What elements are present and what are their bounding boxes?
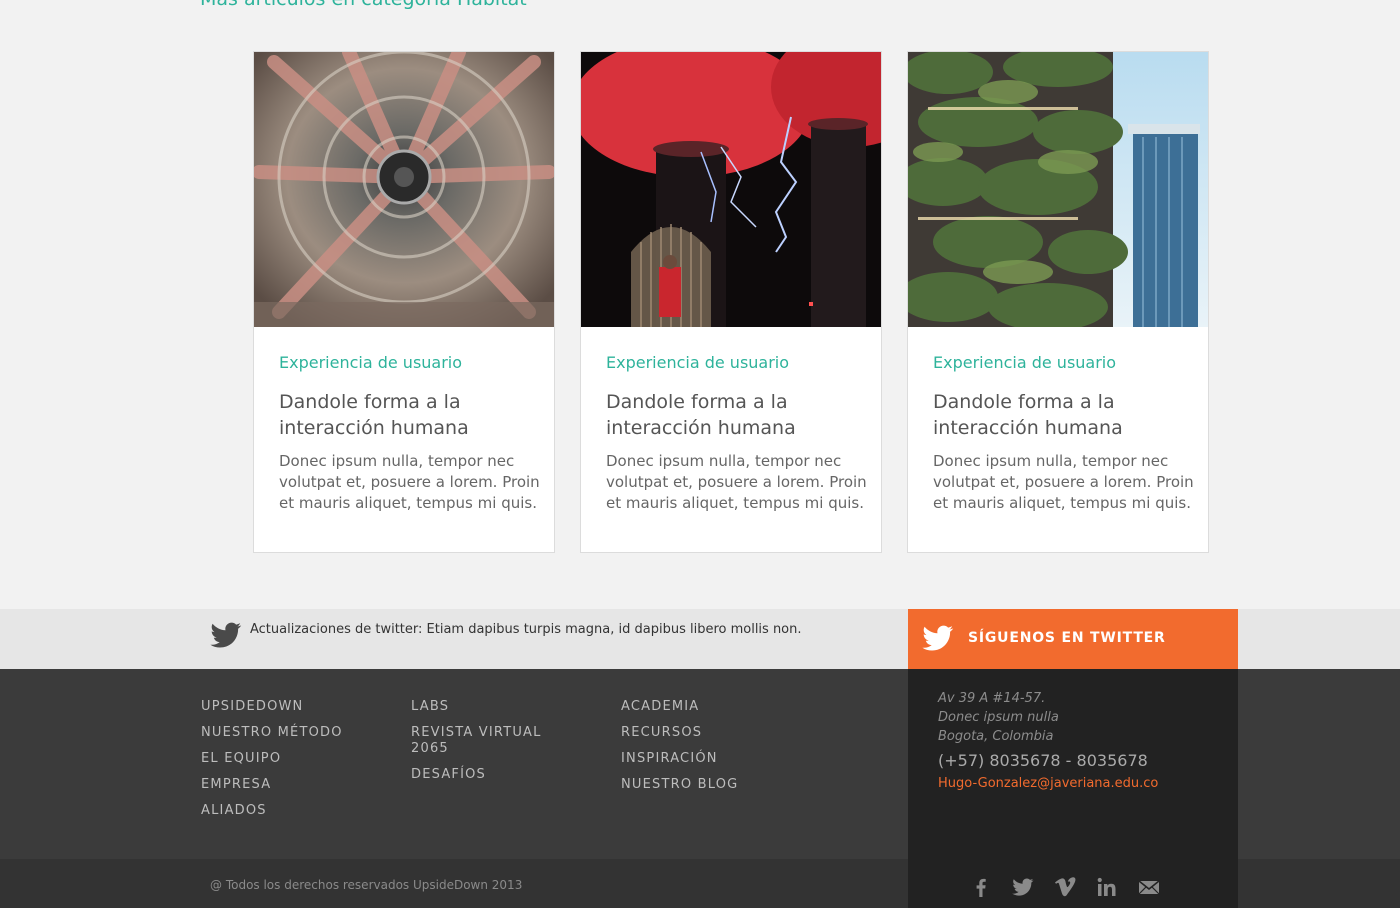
footer-link-revista-virtual[interactable]: REVISTA VIRTUAL 2065 <box>411 725 561 757</box>
card-category[interactable]: Experiencia de usuario <box>933 353 1116 372</box>
footer-nav-column: ACADEMIA RECURSOS INSPIRACIÓN NUESTRO BL… <box>621 699 791 803</box>
facebook-icon[interactable] <box>969 876 993 898</box>
card-title[interactable]: Dandole forma a la interacción humana <box>606 389 861 441</box>
address-line: Bogota, Colombia <box>938 729 1054 744</box>
email-link[interactable]: Hugo-Gonzalez@javeriana.edu.co <box>938 776 1158 791</box>
article-card[interactable]: Experiencia de usuario Dandole forma a l… <box>580 51 882 553</box>
footer-nav-column: UPSIDEDOWN NUESTRO MÉTODO EL EQUIPO EMPR… <box>201 699 371 829</box>
linkedin-icon[interactable] <box>1095 876 1119 898</box>
address-line: Av 39 A #14-57. <box>938 691 1046 706</box>
footer-link-labs[interactable]: LABS <box>411 699 561 715</box>
footer-link-recursos[interactable]: RECURSOS <box>621 725 791 741</box>
card-category[interactable]: Experiencia de usuario <box>279 353 462 372</box>
tesla-coil-image[interactable] <box>581 52 881 327</box>
card-excerpt: Donec ipsum nulla, tempor nec volutpat e… <box>279 452 540 512</box>
card-excerpt: Donec ipsum nulla, tempor nec volutpat e… <box>933 452 1194 512</box>
twitter-bird-icon <box>210 622 242 648</box>
follow-twitter-label[interactable]: SÍGUENOS EN TWITTER <box>968 630 1166 646</box>
particle-accelerator-image[interactable] <box>254 52 554 327</box>
footer-link-nuestro-metodo[interactable]: NUESTRO MÉTODO <box>201 725 371 741</box>
footer-link-empresa[interactable]: EMPRESA <box>201 777 371 793</box>
footer-nav-column: LABS REVISTA VIRTUAL 2065 DESAFÍOS <box>411 699 561 793</box>
vimeo-icon[interactable] <box>1053 876 1077 898</box>
address-line: Donec ipsum nulla <box>938 710 1059 725</box>
article-card[interactable]: Experiencia de usuario Dandole forma a l… <box>907 51 1209 553</box>
footer-link-academia[interactable]: ACADEMIA <box>621 699 791 715</box>
card-category[interactable]: Experiencia de usuario <box>606 353 789 372</box>
twitter-bird-icon <box>922 625 954 653</box>
article-card[interactable]: Experiencia de usuario Dandole forma a l… <box>253 51 555 553</box>
footer-link-nuestro-blog[interactable]: NUESTRO BLOG <box>621 777 791 793</box>
phone-number: (+57) 8035678 - 8035678 <box>938 751 1148 770</box>
footer-link-upsidedown[interactable]: UPSIDEDOWN <box>201 699 371 715</box>
vertical-forest-image[interactable] <box>908 52 1208 327</box>
footer-link-desafios[interactable]: DESAFÍOS <box>411 767 561 783</box>
tweet-text: Actualizaciones de twitter: Etiam dapibu… <box>250 622 802 637</box>
section-heading: Más artículos en categoría Hábitat <box>200 0 527 10</box>
footer-link-inspiracion[interactable]: INSPIRACIÓN <box>621 751 791 767</box>
card-excerpt: Donec ipsum nulla, tempor nec volutpat e… <box>606 452 867 512</box>
mail-icon[interactable] <box>1137 876 1161 898</box>
card-title[interactable]: Dandole forma a la interacción humana <box>279 389 534 441</box>
footer-link-aliados[interactable]: ALIADOS <box>201 803 371 819</box>
address: Av 39 A #14-57. Donec ipsum nulla Bogota… <box>938 689 1059 746</box>
copyright-text: @ Todos los derechos reservados UpsideDo… <box>210 878 523 892</box>
footer-link-el-equipo[interactable]: EL EQUIPO <box>201 751 371 767</box>
card-title[interactable]: Dandole forma a la interacción humana <box>933 389 1188 441</box>
twitter-icon[interactable] <box>1011 876 1035 898</box>
